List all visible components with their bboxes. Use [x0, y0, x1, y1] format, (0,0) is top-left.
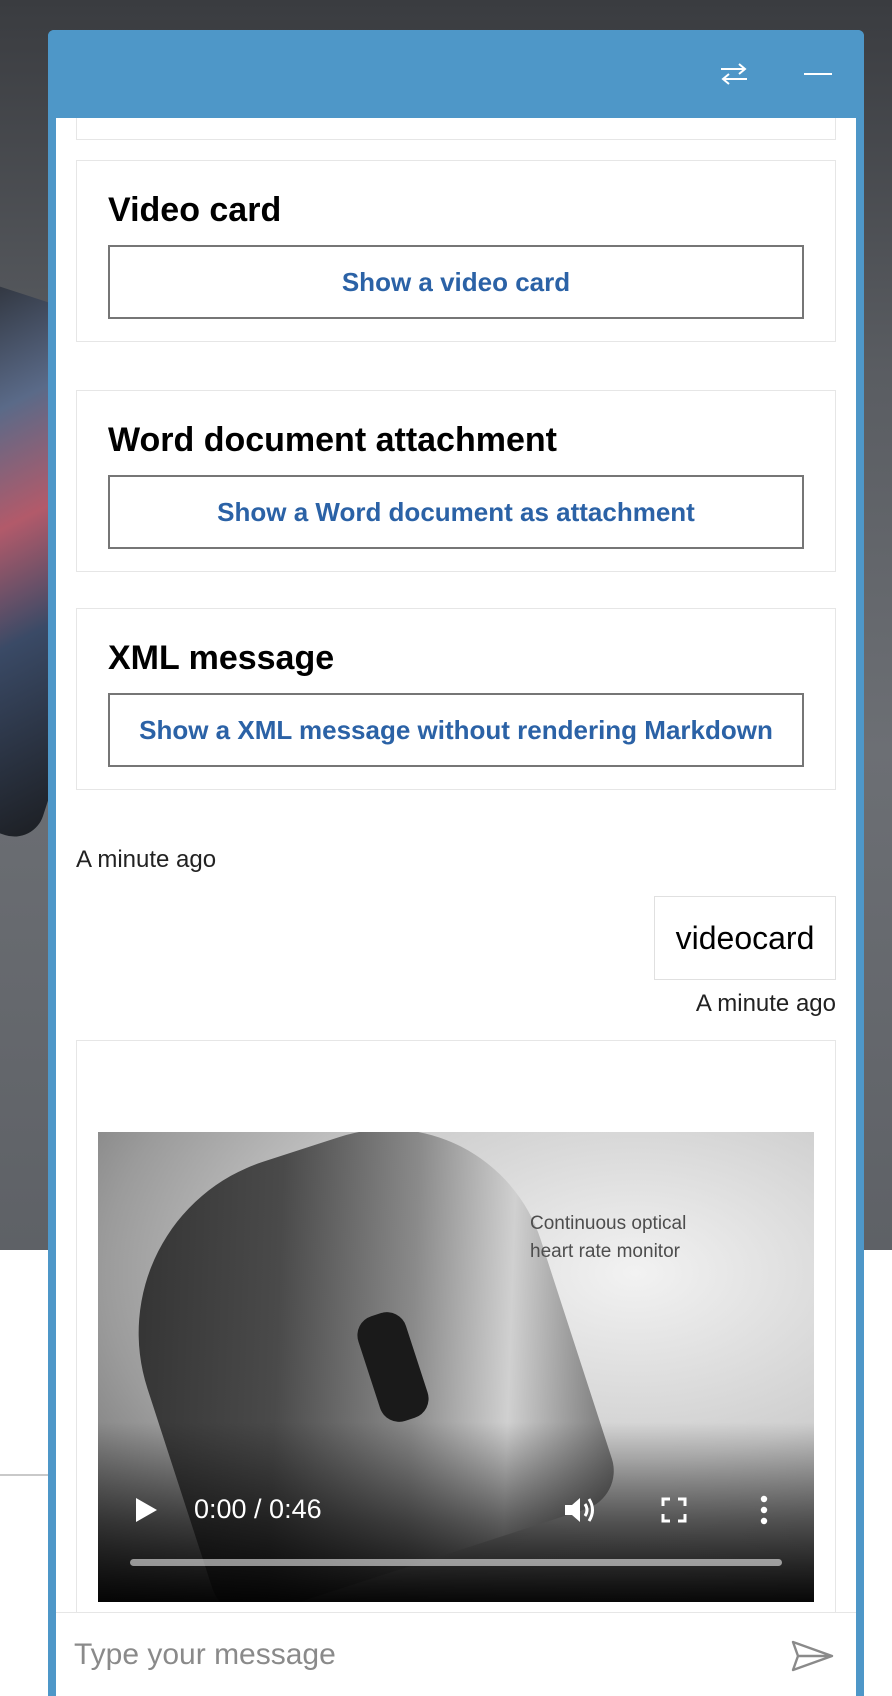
bot-timestamp: A minute ago: [76, 846, 217, 873]
card-video: Video card Show a video card: [76, 160, 836, 342]
send-box: [56, 1612, 856, 1696]
card-word-document: Word document attachment Show a Word doc…: [76, 390, 836, 572]
card-title: Video card: [108, 191, 282, 229]
fullscreen-icon[interactable]: [656, 1492, 692, 1528]
more-vertical-icon[interactable]: [752, 1490, 776, 1530]
minimize-icon[interactable]: [796, 52, 840, 96]
video-frame-caption: Continuous optical heart rate monitor: [530, 1210, 760, 1266]
volume-icon[interactable]: [560, 1490, 600, 1530]
card-title: XML message: [108, 639, 335, 677]
show-word-document-button[interactable]: Show a Word document as attachment: [108, 475, 804, 549]
play-icon[interactable]: [128, 1492, 164, 1528]
message-input[interactable]: [74, 1627, 754, 1683]
user-timestamp: A minute ago: [695, 990, 836, 1017]
video-card: Continuous optical heart rate monitor 0:…: [76, 1040, 836, 1642]
chat-header: [48, 30, 864, 118]
show-video-card-button[interactable]: Show a video card: [108, 245, 804, 319]
chat-widget: Video card Show a video card Word docume…: [48, 30, 864, 1696]
card-title: Word document attachment: [108, 421, 557, 459]
send-icon[interactable]: [788, 1631, 838, 1681]
show-xml-message-button[interactable]: Show a XML message without rendering Mar…: [108, 693, 804, 767]
video-caption-line: heart rate monitor: [530, 1241, 680, 1262]
user-message-bubble: videocard: [654, 896, 836, 980]
switch-arrows-icon[interactable]: [712, 52, 756, 96]
card-xml-message: XML message Show a XML message without r…: [76, 608, 836, 790]
video-progress-bar[interactable]: [130, 1559, 782, 1566]
video-player[interactable]: Continuous optical heart rate monitor 0:…: [98, 1132, 814, 1602]
chat-transcript[interactable]: Video card Show a video card Word docume…: [56, 118, 856, 1642]
video-time-display: 0:00 / 0:46: [194, 1494, 322, 1524]
video-caption-line: Continuous optical: [530, 1213, 687, 1234]
partial-card: [76, 118, 836, 140]
